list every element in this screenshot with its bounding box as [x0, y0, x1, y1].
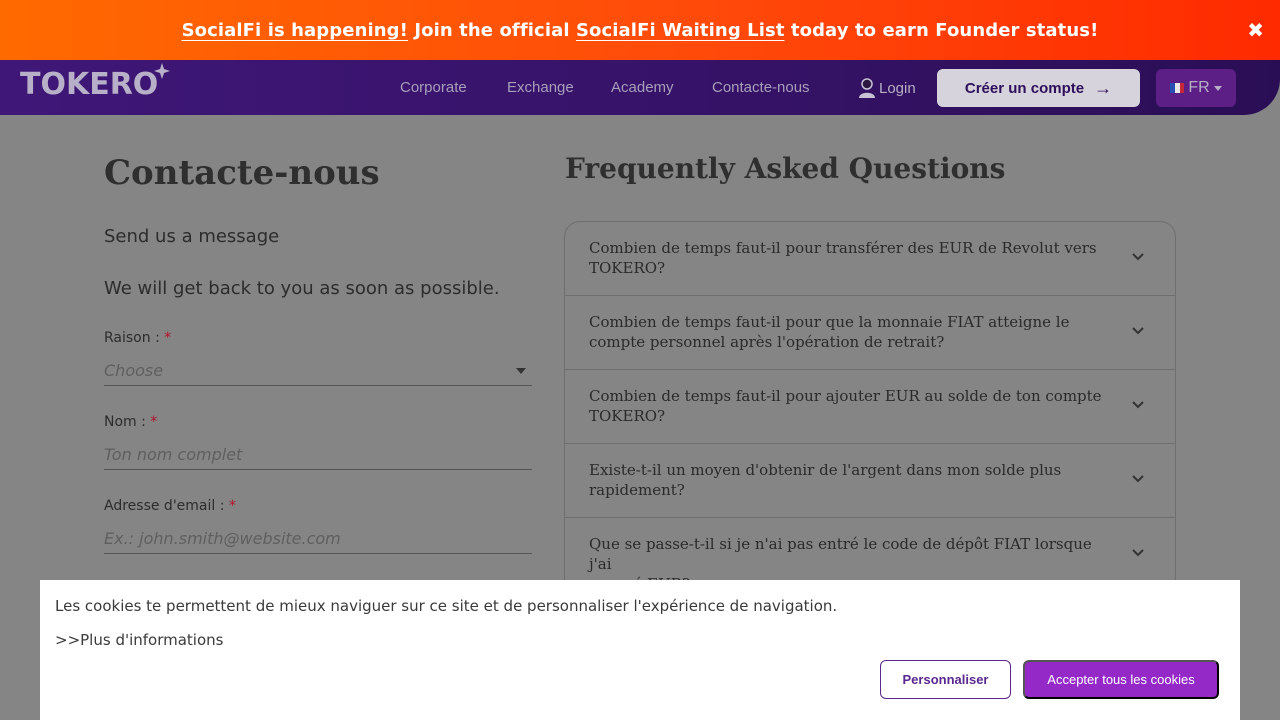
email-label: Adresse d'email : *	[104, 498, 236, 514]
nav-link-corporate[interactable]: Corporate	[400, 79, 467, 96]
chevron-down-icon	[1132, 549, 1144, 557]
faq-item[interactable]: Combien de temps faut-il pour que la mon…	[565, 296, 1175, 370]
nav-link-contact[interactable]: Contacte-nous	[712, 79, 810, 96]
contact-description: We will get back to you as soon as possi…	[104, 278, 500, 299]
reason-label-text: Raison :	[104, 330, 160, 346]
chevron-down-icon	[1132, 327, 1144, 335]
nav-link-exchange[interactable]: Exchange	[507, 79, 574, 96]
arrow-right-icon: →	[1094, 77, 1113, 98]
promo-waiting-list-link[interactable]: SocialFi Waiting List	[576, 20, 785, 41]
language-label: FR	[1188, 79, 1210, 96]
logo-spark-icon	[154, 63, 170, 79]
faq-question: Combien de temps faut-il pour transférer…	[589, 238, 1115, 278]
nav-link-academy[interactable]: Academy	[611, 79, 674, 96]
email-field[interactable]: Ex.: john.smith@website.com	[104, 524, 532, 554]
caret-down-icon	[1213, 85, 1222, 91]
faq-question-line: Que se passe-t-il si je n'ai pas entré l…	[589, 535, 1092, 573]
faq-question-line: Combien de temps faut-il pour ajouter EU…	[589, 387, 1102, 405]
customize-cookies-button[interactable]: Personnaliser	[880, 660, 1011, 699]
faq-question-line: Combien de temps faut-il pour transférer…	[589, 239, 1097, 257]
create-account-label: Créer un compte	[964, 79, 1085, 97]
contact-subtitle: Send us a message	[104, 226, 280, 247]
chevron-down-icon	[1132, 475, 1144, 483]
caret-down-icon	[516, 368, 526, 374]
faq-accordion: Combien de temps faut-il pour transférer…	[564, 221, 1176, 593]
promo-text-2: today to earn Founder status!	[784, 19, 1099, 41]
chevron-down-icon	[1132, 401, 1144, 409]
faq-question-line: Combien de temps faut-il pour que la mon…	[589, 313, 1070, 331]
name-label: Nom : *	[104, 414, 157, 430]
faq-item[interactable]: Combien de temps faut-il pour transférer…	[565, 222, 1175, 296]
name-field[interactable]: Ton nom complet	[104, 440, 532, 470]
cookie-more-info-link[interactable]: >>Plus d'informations	[55, 631, 223, 649]
faq-question: Combien de temps faut-il pour que la mon…	[589, 312, 1115, 352]
cookie-message: Les cookies te permettent de mieux navig…	[55, 597, 838, 615]
flag-fr-icon	[1170, 83, 1185, 93]
reason-placeholder: Choose	[104, 361, 164, 380]
faq-item[interactable]: Existe-t-il un moyen d'obtenir de l'arge…	[565, 444, 1175, 518]
faq-question-line: TOKERO?	[589, 259, 666, 277]
faq-question-line: compte personnel après l'opération de re…	[589, 333, 945, 351]
chevron-down-icon	[1132, 253, 1144, 261]
reason-label: Raison : *	[104, 330, 171, 346]
email-label-text: Adresse d'email :	[104, 498, 225, 514]
cookie-consent-panel: Les cookies te permettent de mieux navig…	[40, 580, 1240, 720]
promo-text-1: Join the official	[407, 19, 576, 41]
faq-question: Combien de temps faut-il pour ajouter EU…	[589, 386, 1115, 426]
navbar: TOKERO Corporate Exchange Academy Contac…	[0, 60, 1280, 115]
promo-bold-lead: SocialFi is happening!	[181, 19, 408, 41]
faq-question-line: TOKERO?	[589, 407, 666, 425]
name-placeholder: Ton nom complet	[104, 445, 243, 464]
faq-item[interactable]: Combien de temps faut-il pour ajouter EU…	[565, 370, 1175, 444]
login-label: Login	[879, 79, 916, 97]
accept-all-cookies-button[interactable]: Accepter tous les cookies	[1023, 660, 1219, 699]
tokero-logo[interactable]: TOKERO	[20, 67, 158, 102]
required-mark: *	[228, 498, 236, 514]
language-selector[interactable]: FR	[1156, 69, 1236, 107]
create-account-button[interactable]: Créer un compte →	[937, 69, 1140, 107]
contact-title: Contacte-nous	[104, 153, 380, 193]
required-mark: *	[164, 330, 172, 346]
promo-message[interactable]: SocialFi is happening! Join the official…	[182, 20, 1099, 41]
reason-select[interactable]: Choose	[104, 356, 532, 386]
faq-question: Existe-t-il un moyen d'obtenir de l'arge…	[589, 460, 1115, 500]
promo-banner: SocialFi is happening! Join the official…	[0, 0, 1280, 60]
faq-title: Frequently Asked Questions	[565, 152, 1006, 185]
email-placeholder: Ex.: john.smith@website.com	[104, 529, 341, 548]
login-button[interactable]: Login	[857, 77, 916, 99]
faq-question-line: rapidement?	[589, 481, 685, 499]
faq-question-line: Existe-t-il un moyen d'obtenir de l'arge…	[589, 461, 1062, 479]
close-icon[interactable]: ✖	[1247, 20, 1264, 40]
name-label-text: Nom :	[104, 414, 146, 430]
user-icon	[859, 78, 875, 98]
required-mark: *	[150, 414, 158, 430]
